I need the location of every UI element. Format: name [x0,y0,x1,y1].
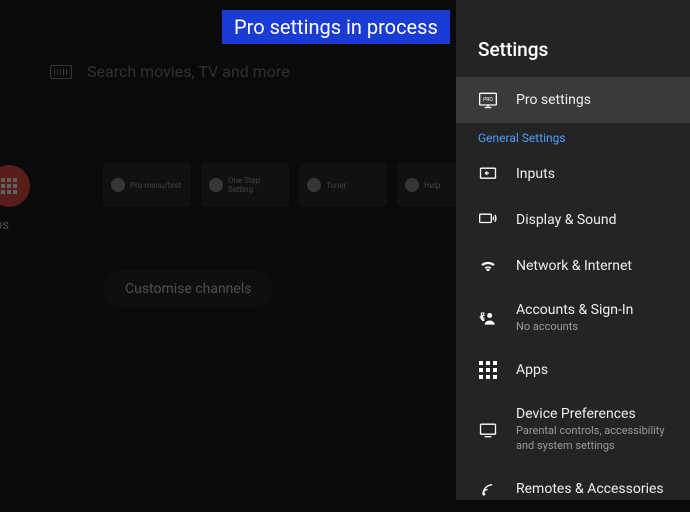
card-icon [111,178,125,192]
item-label: Display & Sound [516,212,617,228]
inputs-icon [478,164,498,184]
apps-launcher-icon[interactable] [0,165,30,207]
home-card[interactable]: Tuner [299,163,387,207]
search-placeholder: Search movies, TV and more [87,62,290,81]
card-label: Tuner [326,181,346,190]
card-icon [209,178,223,192]
card-icon [405,178,419,192]
remotes-icon [478,479,498,499]
item-label: Device Preferences [516,406,668,422]
settings-item-pro[interactable]: PRO Pro settings [456,77,690,123]
item-sublabel: Parental controls, accessibility and sys… [516,424,668,453]
settings-item-inputs[interactable]: Inputs [456,151,690,197]
keyboard-icon [50,65,72,79]
display-sound-icon [478,210,498,230]
settings-panel: Settings PRO Pro settings General Settin… [456,0,690,500]
settings-title: Settings [456,38,690,77]
search-bar[interactable]: Search movies, TV and more [50,62,290,81]
item-label: Network & Internet [516,258,632,274]
item-label: Apps [516,362,548,378]
wifi-icon [478,256,498,276]
item-label: Inputs [516,166,555,182]
card-label: Pro menu/test [130,181,181,190]
device-icon [478,420,498,440]
apps-launcher-label: ps [0,218,9,233]
settings-item-device[interactable]: Device Preferences Parental controls, ac… [456,393,690,466]
settings-item-remotes[interactable]: Remotes & Accessories [456,466,690,512]
card-label: Help [424,181,440,190]
card-label: One Step Setting [228,176,281,194]
settings-item-network[interactable]: Network & Internet [456,243,690,289]
accounts-icon [478,308,498,328]
item-sublabel: No accounts [516,320,633,334]
settings-item-apps[interactable]: Apps [456,347,690,393]
home-card[interactable]: Pro menu/test [103,163,191,207]
status-banner: Pro settings in process [222,10,450,44]
settings-item-display[interactable]: Display & Sound [456,197,690,243]
home-card[interactable]: One Step Setting [201,163,289,207]
card-icon [307,178,321,192]
svg-text:PRO: PRO [483,97,493,103]
item-label: Accounts & Sign-In [516,302,633,318]
settings-item-accounts[interactable]: Accounts & Sign-In No accounts [456,289,690,347]
item-label: Remotes & Accessories [516,481,664,497]
item-label: Pro settings [516,92,591,108]
customise-channels-button[interactable]: Customise channels [103,270,273,308]
pro-icon: PRO [478,90,498,110]
home-cards-row: Pro menu/test One Step Setting Tuner Hel… [103,163,485,207]
apps-icon [478,360,498,380]
section-header-general: General Settings [456,123,690,151]
